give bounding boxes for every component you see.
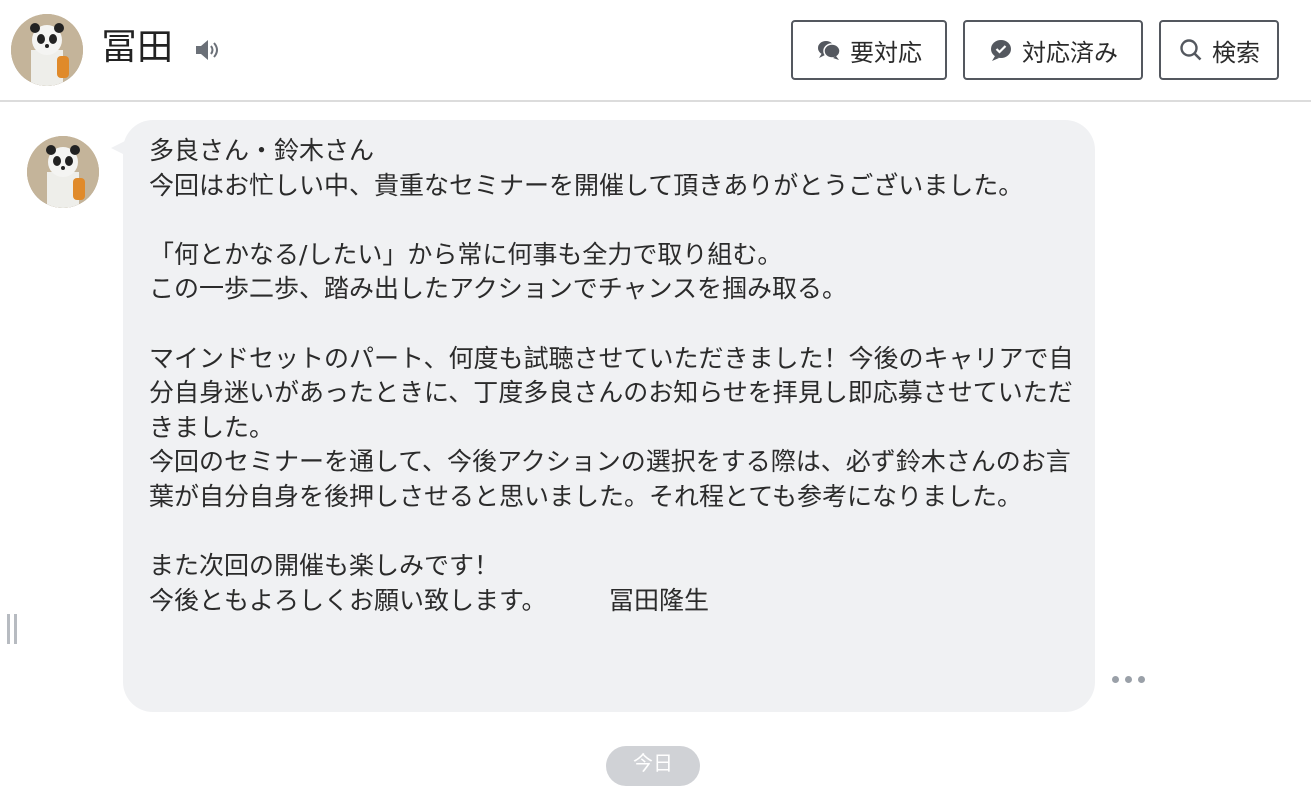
chat-bubbles-icon (818, 41, 841, 60)
resize-handle-icon[interactable] (5, 614, 19, 644)
search-label: 検索 (1212, 38, 1260, 67)
panda-avatar-image (27, 136, 99, 208)
need-response-button[interactable]: 要対応 (791, 20, 947, 80)
contact-name: 冨田 (101, 27, 174, 68)
responded-button[interactable]: 対応済み (963, 20, 1143, 80)
message-sender-avatar[interactable] (27, 136, 99, 208)
chat-check-icon (991, 40, 1011, 61)
date-divider: 今日 (606, 746, 700, 786)
search-button[interactable]: 検索 (1159, 20, 1279, 80)
need-response-label: 要対応 (850, 38, 922, 67)
chat-header: 冨田 要対応 対応済み 検索 (0, 0, 1311, 102)
responded-label: 対応済み (1022, 38, 1118, 67)
more-icon[interactable] (1112, 672, 1152, 686)
message-bubble[interactable]: 多良さん・鈴木さん 今回はお忙しい中、貴重なセミナーを開催して頂きありがとうござ… (123, 120, 1095, 712)
search-icon (1180, 39, 1202, 61)
speaker-icon[interactable] (193, 36, 221, 64)
panda-avatar-image (11, 14, 83, 86)
contact-avatar[interactable] (11, 14, 83, 86)
